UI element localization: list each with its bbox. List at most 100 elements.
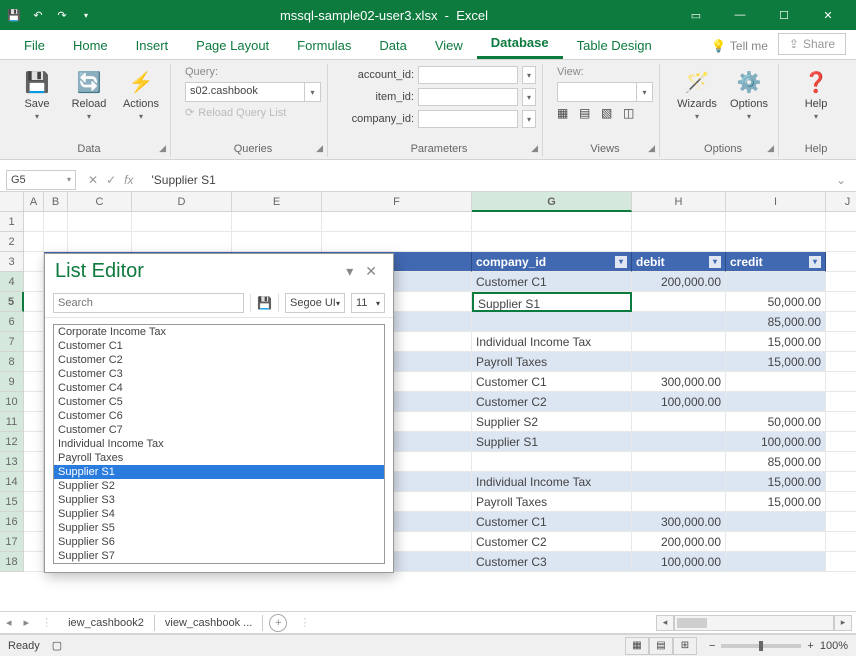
dialog-launcher-icon[interactable]: ◢ <box>648 143 655 154</box>
hscroll-track[interactable] <box>674 615 834 631</box>
param1-input[interactable] <box>418 66 518 84</box>
sheet-tab-1[interactable]: iew_cashbook2 <box>58 615 155 631</box>
cell[interactable] <box>24 512 44 532</box>
view-icon-3[interactable]: ▧ <box>601 106 617 122</box>
tab-database[interactable]: Database <box>477 29 563 59</box>
cell[interactable]: Payroll Taxes <box>472 492 632 512</box>
ribbon-mode-icon[interactable]: ▭ <box>674 0 718 30</box>
cell[interactable]: Customer C2 <box>472 532 632 552</box>
cell[interactable] <box>322 232 472 252</box>
list-item[interactable]: Customer C7 <box>54 423 384 437</box>
col-header-B[interactable]: B <box>44 192 68 212</box>
cell[interactable] <box>826 372 856 392</box>
col-header-H[interactable]: H <box>632 192 726 212</box>
query-select[interactable]: s02.cashbook <box>185 82 305 102</box>
list-item[interactable]: Supplier S7 <box>54 549 384 563</box>
dialog-launcher-icon[interactable]: ◢ <box>159 143 166 154</box>
cell[interactable] <box>68 232 132 252</box>
col-header-I[interactable]: I <box>726 192 826 212</box>
row-header-7[interactable]: 7 <box>0 332 24 352</box>
param2-dropdown[interactable]: ▾ <box>522 88 536 106</box>
row-header-14[interactable]: 14 <box>0 472 24 492</box>
view-select[interactable] <box>557 82 637 102</box>
row-header-3[interactable]: 3 <box>0 252 24 272</box>
cell[interactable]: debit▾ <box>632 252 726 272</box>
cell[interactable] <box>24 212 44 232</box>
cell[interactable] <box>632 232 726 252</box>
sheet-nav-prev[interactable]: ◂ <box>0 616 18 629</box>
list-editor-list[interactable]: Corporate Income TaxCustomer C1Customer … <box>53 324 385 564</box>
cell[interactable] <box>726 372 826 392</box>
cell[interactable]: 15,000.00 <box>726 332 826 352</box>
row-header-1[interactable]: 1 <box>0 212 24 232</box>
hscroll-right[interactable]: ▸ <box>834 615 852 631</box>
cell[interactable] <box>826 292 856 312</box>
zoom-out-icon[interactable]: − <box>709 640 715 652</box>
dialog-launcher-icon[interactable]: ◢ <box>531 143 538 154</box>
cell[interactable]: credit▾ <box>726 252 826 272</box>
list-item[interactable]: Corporate Income Tax <box>54 325 384 339</box>
cell[interactable] <box>632 212 726 232</box>
expand-formula-icon[interactable]: ⌄ <box>832 173 850 187</box>
cell[interactable]: Supplier S1▾ <box>472 292 632 312</box>
cell[interactable] <box>24 492 44 512</box>
cell[interactable] <box>632 492 726 512</box>
add-sheet-button[interactable]: + <box>269 614 287 632</box>
cell[interactable] <box>826 472 856 492</box>
row-header-13[interactable]: 13 <box>0 452 24 472</box>
save-icon[interactable]: 💾 <box>6 7 22 23</box>
fx-icon[interactable]: fx <box>124 173 133 187</box>
hscroll-left[interactable]: ◂ <box>656 615 674 631</box>
cell[interactable] <box>726 272 826 292</box>
cell[interactable] <box>24 452 44 472</box>
cell[interactable]: 300,000.00 <box>632 512 726 532</box>
sheet-nav-next[interactable]: ▸ <box>18 616 36 629</box>
filter-dropdown-icon[interactable]: ▾ <box>809 256 821 268</box>
share-button[interactable]: ⇪Share <box>778 33 846 55</box>
list-item[interactable]: Supplier S6 <box>54 535 384 549</box>
col-header-J[interactable]: J <box>826 192 856 212</box>
cell[interactable] <box>632 292 726 312</box>
save-button[interactable]: 💾 Save▾ <box>14 66 60 121</box>
cell[interactable] <box>24 252 44 272</box>
list-editor-size[interactable]: 11▾ <box>351 293 385 313</box>
cell[interactable] <box>826 392 856 412</box>
cell[interactable] <box>826 512 856 532</box>
cell[interactable] <box>24 432 44 452</box>
list-item[interactable]: Customer C5 <box>54 395 384 409</box>
cell[interactable] <box>726 212 826 232</box>
cell[interactable]: Individual Income Tax <box>472 332 632 352</box>
col-header-C[interactable]: C <box>68 192 132 212</box>
list-item[interactable]: Customer C3 <box>54 367 384 381</box>
cell[interactable] <box>24 312 44 332</box>
zoom-level[interactable]: 100% <box>820 640 848 652</box>
cell[interactable] <box>826 452 856 472</box>
help-button[interactable]: ❓ Help▾ <box>793 66 839 121</box>
cell[interactable]: 100,000.00 <box>632 552 726 572</box>
param3-input[interactable] <box>418 110 518 128</box>
cell[interactable]: 85,000.00 <box>726 312 826 332</box>
cell[interactable]: 50,000.00 <box>726 292 826 312</box>
cell[interactable] <box>726 512 826 532</box>
cell[interactable]: 100,000.00 <box>632 392 726 412</box>
cell[interactable] <box>132 212 232 232</box>
list-item[interactable]: Supplier S4 <box>54 507 384 521</box>
cell[interactable] <box>24 372 44 392</box>
cell[interactable] <box>24 412 44 432</box>
select-all-corner[interactable] <box>0 192 24 212</box>
list-item[interactable]: Customer C2 <box>54 353 384 367</box>
list-editor-menu-icon[interactable]: ▾ <box>340 263 359 280</box>
sheet-tab-2[interactable]: view_cashbook ... <box>155 615 263 631</box>
cell[interactable] <box>826 332 856 352</box>
cell[interactable] <box>132 232 232 252</box>
cell-dropdown-icon[interactable]: ▾ <box>630 294 632 312</box>
list-editor-font[interactable]: Segoe UI▾ <box>285 293 345 313</box>
view-icon-2[interactable]: ▤ <box>579 106 595 122</box>
list-item[interactable]: Individual Income Tax <box>54 437 384 451</box>
cell[interactable] <box>826 432 856 452</box>
cell[interactable]: Customer C1 <box>472 272 632 292</box>
cell[interactable] <box>24 552 44 572</box>
cell[interactable]: Supplier S1 <box>472 432 632 452</box>
tab-pagelayout[interactable]: Page Layout <box>182 32 283 59</box>
macro-record-icon[interactable]: ▢ <box>52 639 62 652</box>
